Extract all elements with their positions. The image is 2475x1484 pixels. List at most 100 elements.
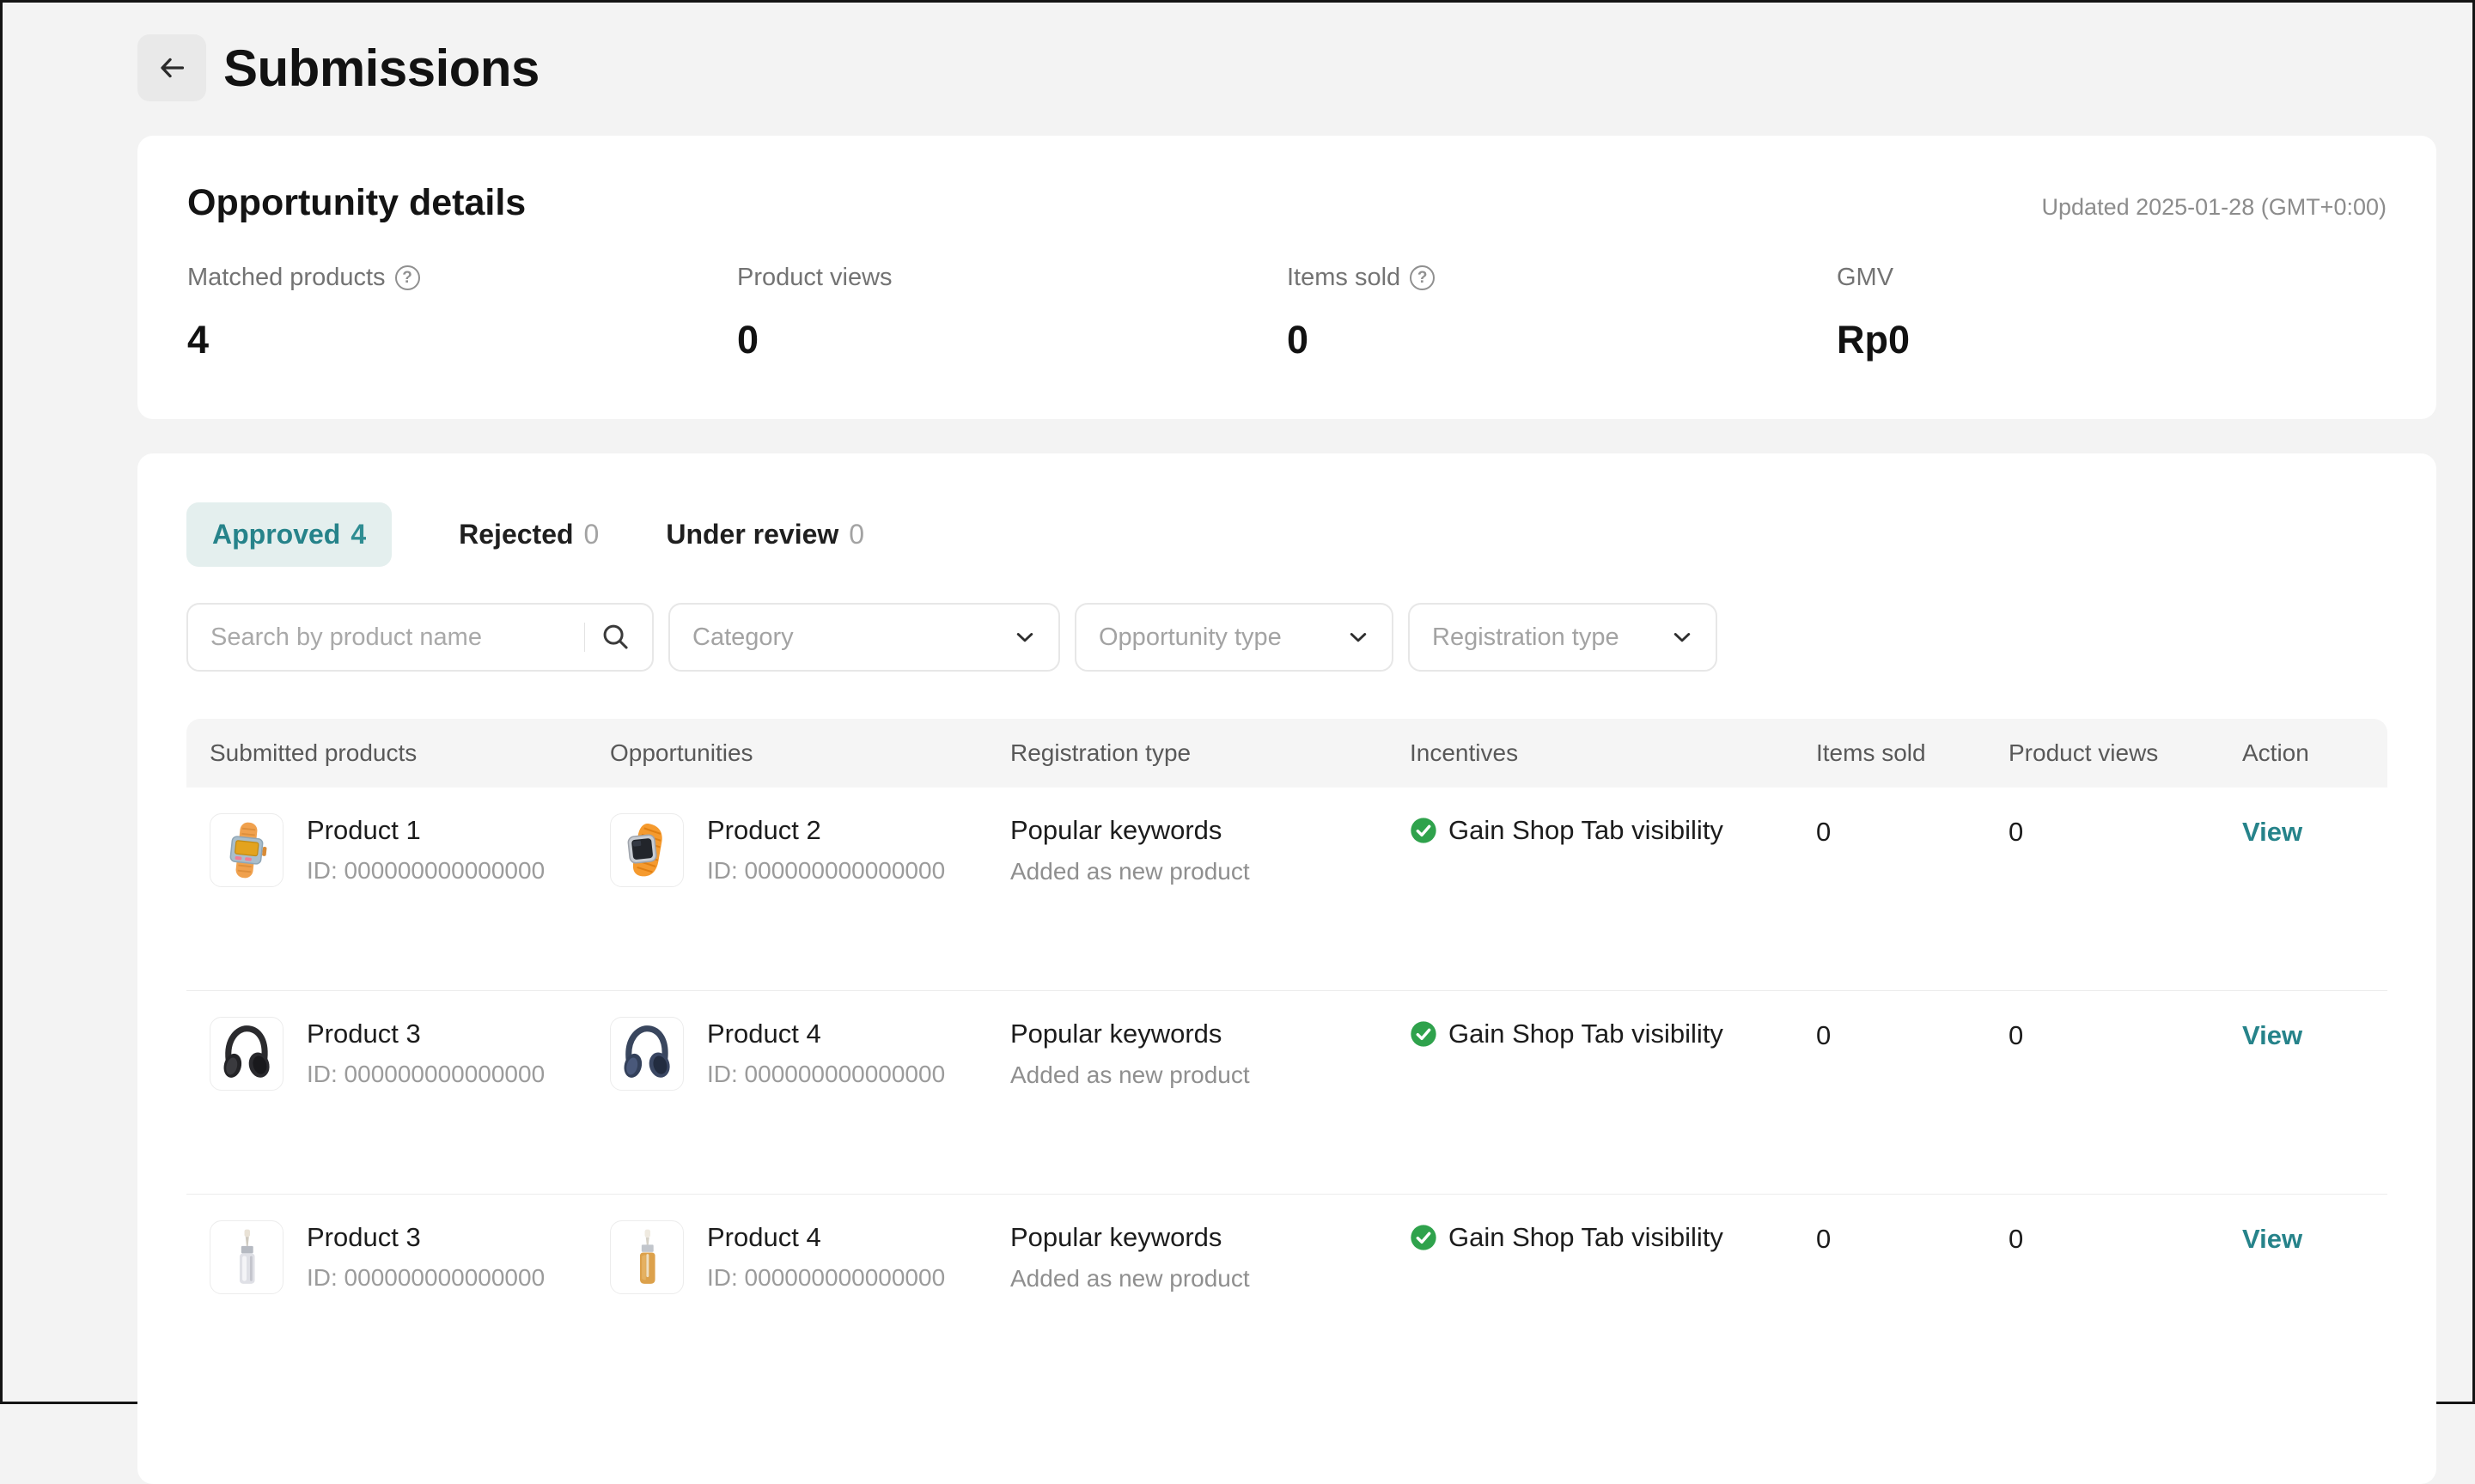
tab-count: 0 [849, 519, 865, 550]
product-name: Product 4 [707, 1019, 821, 1049]
arrow-left-icon [152, 48, 192, 88]
product-id: ID: 000000000000000 [307, 857, 546, 884]
tab-count: 4 [351, 519, 367, 550]
product-id: ID: 000000000000000 [707, 857, 946, 884]
product-id: ID: 000000000000000 [707, 1264, 946, 1291]
product-search[interactable] [186, 603, 654, 672]
search-icon[interactable] [599, 620, 633, 654]
page-header: Submissions [3, 3, 2472, 101]
product-thumbnail [610, 1220, 684, 1294]
product-thumbnail [210, 1017, 283, 1091]
incentives-cell: Gain Shop Tab visibility [1387, 813, 1793, 990]
product-name: Product 4 [707, 1222, 821, 1252]
column-header: Registration type [1010, 739, 1192, 766]
items-sold-cell: 0 [1816, 1020, 1832, 1050]
stat-product-views: Product views 0 [737, 264, 1287, 362]
table-row: Product 3 ID: 000000000000000 Product 4 … [186, 1195, 2387, 1398]
chevron-down-icon [1010, 623, 1039, 652]
stat-label: Items sold [1287, 264, 1401, 291]
page-title: Submissions [223, 39, 540, 97]
tab-label: Rejected [459, 519, 574, 550]
stat-label: Matched products [187, 264, 386, 291]
stat-value: 0 [1287, 318, 1309, 362]
dropdown-label: Opportunity type [1099, 623, 1282, 651]
watch-digital-orange-icon [215, 818, 278, 882]
submissions-card: Approved 4 Rejected 0 Under review 0 Cat… [137, 453, 2436, 1484]
table-row: Product 3 ID: 000000000000000 Product 4 … [186, 991, 2387, 1195]
check-circle-icon [1410, 1224, 1437, 1251]
check-circle-icon [1410, 817, 1437, 844]
table-header: Submitted products Opportunities Registr… [186, 719, 2387, 788]
items-sold-cell: 0 [1816, 817, 1832, 847]
opportunity-product-cell: Product 4 ID: 000000000000000 [587, 1220, 987, 1398]
dropdown-label: Category [692, 623, 794, 651]
status-tabs: Approved 4 Rejected 0 Under review 0 [186, 502, 2387, 567]
category-dropdown[interactable]: Category [668, 603, 1060, 672]
check-circle-icon [1410, 1020, 1437, 1048]
stat-items-sold: Items sold 0 [1287, 264, 1837, 362]
product-thumbnail [610, 1017, 684, 1091]
headphones-navy-icon [615, 1022, 679, 1086]
registration-type-dropdown[interactable]: Registration type [1408, 603, 1717, 672]
registration-type-cell: Popular keywords Added as new product [1010, 815, 1250, 885]
view-link[interactable]: View [2242, 1220, 2302, 1255]
product-views-cell: 0 [2009, 1020, 2024, 1050]
search-divider [584, 623, 585, 652]
column-header: Submitted products [210, 739, 418, 766]
submissions-table: Submitted products Opportunities Registr… [186, 719, 2387, 1398]
stat-gmv: GMV Rp0 [1837, 264, 2387, 362]
incentives-cell: Gain Shop Tab visibility [1387, 1017, 1793, 1194]
stat-value: 4 [187, 318, 210, 362]
registration-type-cell: Popular keywords Added as new product [1010, 1222, 1250, 1292]
dropper-bottle-silver-icon [215, 1226, 278, 1289]
product-name: Product 1 [307, 815, 421, 845]
stat-label: Product views [737, 264, 893, 291]
registration-type-cell: Popular keywords Added as new product [1010, 1019, 1250, 1088]
back-button[interactable] [137, 34, 206, 101]
table-row: Product 1 ID: 000000000000000 Product 2 … [186, 788, 2387, 991]
product-id: ID: 000000000000000 [707, 1061, 946, 1087]
opportunity-product-cell: Product 2 ID: 000000000000000 [587, 813, 987, 990]
stats-row: Matched products 4 Product views 0 Items… [187, 264, 2387, 362]
opportunity-product-cell: Product 4 ID: 000000000000000 [587, 1017, 987, 1194]
view-link[interactable]: View [2242, 813, 2302, 848]
headphones-black-icon [215, 1022, 278, 1086]
submitted-product-cell: Product 3 ID: 000000000000000 [186, 1017, 587, 1194]
opportunity-details-title: Opportunity details [187, 182, 527, 223]
stat-value: Rp0 [1837, 318, 1911, 362]
opportunity-type-dropdown[interactable]: Opportunity type [1075, 603, 1393, 672]
product-id: ID: 000000000000000 [307, 1061, 546, 1087]
help-icon[interactable] [1410, 265, 1436, 290]
updated-timestamp: Updated 2025-01-28 (GMT+0:00) [2041, 194, 2387, 220]
filters-row: Category Opportunity type Registration t… [186, 603, 2387, 672]
submitted-product-cell: Product 1 ID: 000000000000000 [186, 813, 587, 990]
column-header: Action [2242, 739, 2309, 766]
items-sold-cell: 0 [1816, 1224, 1832, 1254]
tab-rejected[interactable]: Rejected 0 [459, 502, 599, 567]
column-header: Incentives [1410, 739, 1519, 766]
incentives-cell: Gain Shop Tab visibility [1387, 1220, 1793, 1398]
tab-under-review[interactable]: Under review 0 [666, 502, 864, 567]
product-id: ID: 000000000000000 [307, 1264, 546, 1291]
dropper-bottle-amber-icon [615, 1226, 679, 1289]
column-header: Opportunities [610, 739, 753, 766]
stat-label: GMV [1837, 264, 1894, 291]
tab-label: Under review [666, 519, 839, 550]
product-name: Product 3 [307, 1222, 421, 1252]
view-link[interactable]: View [2242, 1017, 2302, 1051]
chevron-down-icon [1667, 623, 1697, 652]
help-icon[interactable] [394, 265, 420, 290]
tab-approved[interactable]: Approved 4 [186, 502, 393, 567]
opportunity-details-card: Opportunity details Updated 2025-01-28 (… [137, 136, 2436, 419]
product-name: Product 2 [707, 815, 821, 845]
column-header: Product views [2009, 739, 2159, 766]
product-thumbnail [210, 1220, 283, 1294]
chevron-down-icon [1344, 623, 1373, 652]
tab-count: 0 [583, 519, 600, 550]
product-name: Product 3 [307, 1019, 421, 1049]
watch-smart-orange-icon [615, 818, 679, 882]
product-thumbnail [210, 813, 283, 887]
search-input[interactable] [210, 623, 584, 652]
stat-value: 0 [737, 318, 759, 362]
stat-matched-products: Matched products 4 [187, 264, 737, 362]
